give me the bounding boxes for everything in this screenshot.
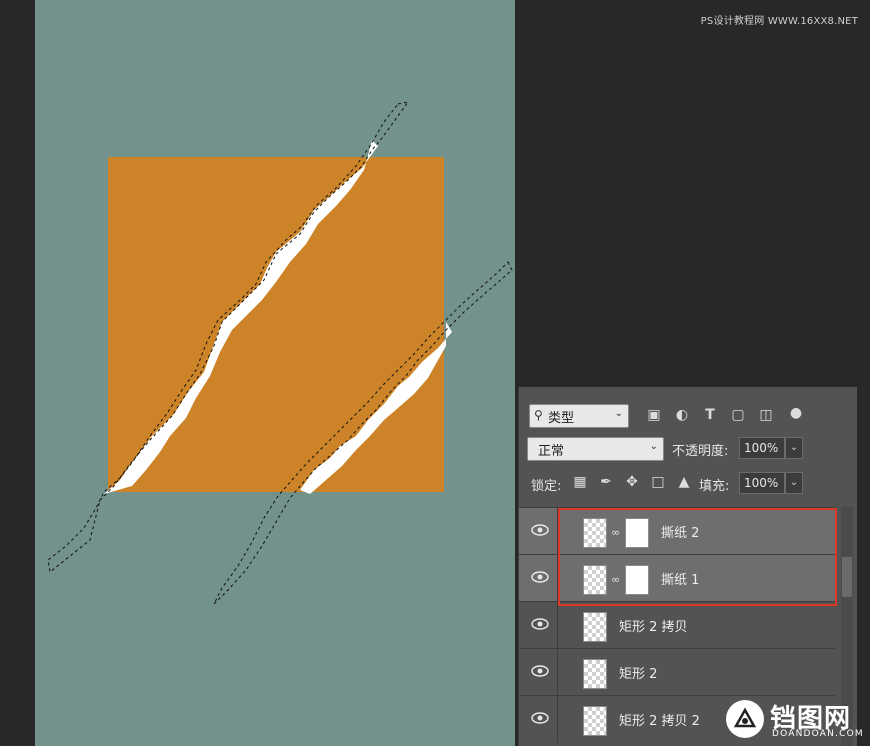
- eye-icon: [531, 665, 549, 677]
- filter-type-select[interactable]: ⚲ 类型 ⌄: [529, 404, 629, 428]
- logo-icon: [726, 700, 764, 738]
- blend-mode-select[interactable]: 正常 ⌄: [527, 437, 664, 461]
- site-watermark: PS设计教程网 WWW.16XX8.NET: [700, 16, 858, 27]
- lock-label: 锁定:: [531, 479, 562, 494]
- logo-subtext: DOANDOAN.COM: [772, 729, 864, 739]
- lock-transparent-icon[interactable]: ▦: [571, 473, 589, 491]
- layer-row-rect-2[interactable]: 矩形 2: [519, 648, 835, 696]
- visibility-toggle[interactable]: [519, 602, 558, 649]
- smart-object-filter-icon[interactable]: ◫: [757, 406, 775, 424]
- lock-paint-icon[interactable]: ✒: [597, 473, 615, 491]
- lock-position-icon[interactable]: ✥: [623, 473, 641, 491]
- blend-mode-value: 正常: [538, 444, 565, 459]
- visibility-toggle[interactable]: [519, 696, 558, 743]
- lock-artboard-icon[interactable]: □: [649, 473, 667, 491]
- chevron-down-icon: ⌄: [649, 441, 658, 452]
- torn-paper-tear-1: [104, 140, 378, 494]
- layer-row-rect-2-copy[interactable]: 矩形 2 拷贝: [519, 601, 835, 649]
- chevron-down-icon: ⌄: [614, 408, 623, 419]
- fill-input[interactable]: 100%: [739, 472, 785, 494]
- eye-icon: [531, 712, 549, 724]
- layer-name[interactable]: 矩形 2: [619, 663, 657, 682]
- layer-thumbnail: [583, 612, 607, 642]
- layer-thumbnail: [583, 706, 607, 736]
- selection-highlight-box: [558, 508, 837, 606]
- fill-chevron-icon[interactable]: ⌄: [785, 472, 803, 494]
- filter-type-label: 类型: [548, 411, 575, 426]
- layer-name[interactable]: 矩形 2 拷贝 2: [619, 710, 700, 729]
- visibility-toggle[interactable]: [519, 555, 558, 602]
- opacity-chevron-icon[interactable]: ⌄: [785, 437, 803, 459]
- layer-thumbnail: [583, 659, 607, 689]
- layer-name[interactable]: 矩形 2 拷贝: [619, 616, 688, 635]
- eye-icon: [531, 524, 549, 536]
- type-filter-icon[interactable]: T: [701, 406, 719, 424]
- shape-filter-icon[interactable]: ▢: [729, 406, 747, 424]
- image-filter-icon[interactable]: ▣: [645, 406, 663, 424]
- adjustment-filter-icon[interactable]: ◐: [673, 406, 691, 424]
- search-icon: ⚲: [534, 408, 543, 422]
- lock-all-icon[interactable]: ▲: [675, 473, 693, 491]
- scrollbar-thumb[interactable]: [842, 557, 852, 597]
- visibility-toggle[interactable]: [519, 649, 558, 696]
- visibility-toggle[interactable]: [519, 508, 558, 555]
- torn-paper-tear-2: [300, 322, 452, 494]
- filter-toggle-icon[interactable]: ●: [787, 404, 805, 422]
- opacity-input[interactable]: 100%: [739, 437, 785, 459]
- eye-icon: [531, 571, 549, 583]
- opacity-label: 不透明度:: [672, 444, 729, 459]
- eye-icon: [531, 618, 549, 630]
- fill-label: 填充:: [699, 479, 730, 494]
